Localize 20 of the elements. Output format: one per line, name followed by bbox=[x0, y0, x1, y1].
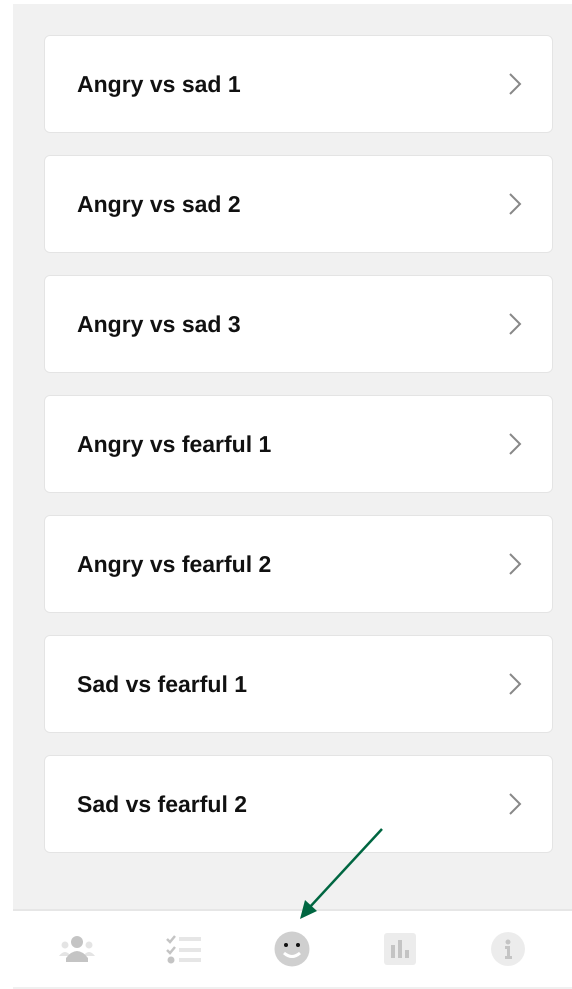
chevron-right-icon bbox=[508, 552, 522, 576]
list-item[interactable]: Sad vs fearful 1 bbox=[44, 635, 553, 733]
chevron-right-icon bbox=[508, 792, 522, 816]
checklist-icon bbox=[166, 934, 204, 964]
list-item[interactable]: Sad vs fearful 2 bbox=[44, 755, 553, 853]
list-item[interactable]: Angry vs sad 1 bbox=[44, 35, 553, 133]
list-item[interactable]: Angry vs sad 3 bbox=[44, 275, 553, 373]
smiley-icon bbox=[274, 931, 310, 967]
people-icon bbox=[58, 936, 95, 962]
list-item[interactable]: Angry vs sad 2 bbox=[44, 155, 553, 253]
chevron-right-icon bbox=[508, 192, 522, 216]
list-item[interactable]: Angry vs fearful 1 bbox=[44, 395, 553, 493]
chevron-right-icon bbox=[508, 72, 522, 96]
chevron-right-icon bbox=[508, 312, 522, 336]
bar-chart-icon bbox=[384, 933, 416, 965]
list-item[interactable]: Angry vs fearful 2 bbox=[44, 515, 553, 613]
chevron-right-icon bbox=[508, 672, 522, 696]
info-icon bbox=[491, 932, 526, 966]
nav-tab[interactable] bbox=[272, 929, 312, 969]
chevron-right-icon bbox=[508, 432, 522, 456]
